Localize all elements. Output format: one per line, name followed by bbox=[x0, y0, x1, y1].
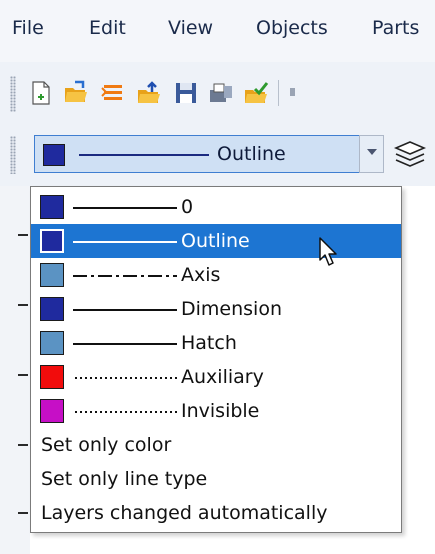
layer-option-axis[interactable]: Axis bbox=[31, 258, 401, 292]
layer-option-label: Outline bbox=[181, 230, 250, 252]
left-tool-strip bbox=[0, 186, 30, 554]
layer-toolbar: Outline bbox=[0, 126, 435, 186]
toolbar-grip[interactable] bbox=[10, 76, 16, 112]
dotted-line-icon bbox=[75, 377, 177, 379]
layer-option-label: Hatch bbox=[181, 332, 237, 354]
solid-line-icon bbox=[73, 207, 177, 209]
layer-combobox[interactable]: Outline bbox=[34, 135, 383, 173]
layers-changed-automatically-option[interactable]: Layers changed automatically bbox=[41, 498, 327, 528]
menu-view[interactable]: View bbox=[168, 14, 213, 42]
layer-option-label: Dimension bbox=[181, 298, 282, 320]
layer-color-swatch bbox=[40, 297, 64, 321]
menu-file[interactable]: File bbox=[12, 14, 44, 42]
layer-color-swatch bbox=[40, 365, 64, 389]
layer-color-swatch bbox=[40, 331, 64, 355]
open-folder-icon[interactable] bbox=[63, 80, 89, 106]
print-icon[interactable] bbox=[208, 80, 234, 106]
ruler-tick bbox=[18, 512, 28, 514]
approve-folder-icon[interactable] bbox=[243, 80, 269, 106]
import-icon[interactable] bbox=[100, 80, 126, 106]
layer-dropdown-list: 0 Outline Axis Dimension Hatch Auxiliary… bbox=[30, 186, 402, 533]
layers-icon[interactable] bbox=[392, 138, 428, 170]
layer-line-sample bbox=[79, 154, 209, 156]
layer-color-swatch bbox=[40, 195, 64, 219]
save-icon[interactable] bbox=[173, 80, 199, 106]
layer-dropdown-button[interactable] bbox=[359, 135, 384, 173]
layer-option-0[interactable]: 0 bbox=[31, 190, 401, 224]
layer-option-outline[interactable]: Outline bbox=[31, 224, 401, 258]
solid-line-icon bbox=[73, 241, 177, 243]
menu-objects[interactable]: Objects bbox=[256, 14, 328, 42]
ruler-tick bbox=[18, 304, 28, 306]
main-toolbar bbox=[0, 62, 435, 126]
new-document-icon[interactable] bbox=[28, 80, 54, 106]
layer-option-hatch[interactable]: Hatch bbox=[31, 326, 401, 360]
chevron-down-icon bbox=[367, 149, 377, 155]
set-only-line-type-option[interactable]: Set only line type bbox=[41, 464, 207, 494]
solid-line-icon bbox=[73, 309, 177, 311]
layer-option-label: Invisible bbox=[181, 400, 260, 422]
layer-color-swatch bbox=[40, 399, 64, 423]
dotted-line-icon bbox=[75, 411, 177, 413]
layer-option-label: Auxiliary bbox=[181, 366, 264, 388]
mouse-cursor-icon bbox=[319, 237, 337, 266]
ruler-tick bbox=[18, 374, 28, 376]
set-only-color-option[interactable]: Set only color bbox=[41, 430, 171, 460]
layer-option-auxiliary[interactable]: Auxiliary bbox=[31, 360, 401, 394]
menu-bar: File Edit View Objects Parts bbox=[0, 0, 435, 62]
toolbar-overflow-icon bbox=[290, 88, 295, 96]
layer-combobox-value: Outline bbox=[217, 143, 286, 165]
layer-color-swatch bbox=[40, 263, 64, 287]
toolbar-separator bbox=[278, 80, 279, 106]
ruler-tick bbox=[18, 444, 28, 446]
menu-parts[interactable]: Parts bbox=[372, 14, 419, 42]
solid-line-icon bbox=[73, 343, 177, 345]
layer-option-label: Axis bbox=[181, 264, 221, 286]
dash-dot-line-icon bbox=[73, 275, 177, 277]
layer-option-dimension[interactable]: Dimension bbox=[31, 292, 401, 326]
ruler-tick bbox=[18, 234, 28, 236]
layer-option-label: 0 bbox=[181, 196, 194, 218]
menu-edit[interactable]: Edit bbox=[89, 14, 126, 42]
upload-folder-icon[interactable] bbox=[136, 80, 162, 106]
layer-option-invisible[interactable]: Invisible bbox=[31, 394, 401, 428]
layer-toolbar-grip[interactable] bbox=[10, 136, 16, 174]
layer-color-swatch bbox=[43, 144, 65, 166]
layer-color-swatch bbox=[40, 229, 64, 253]
